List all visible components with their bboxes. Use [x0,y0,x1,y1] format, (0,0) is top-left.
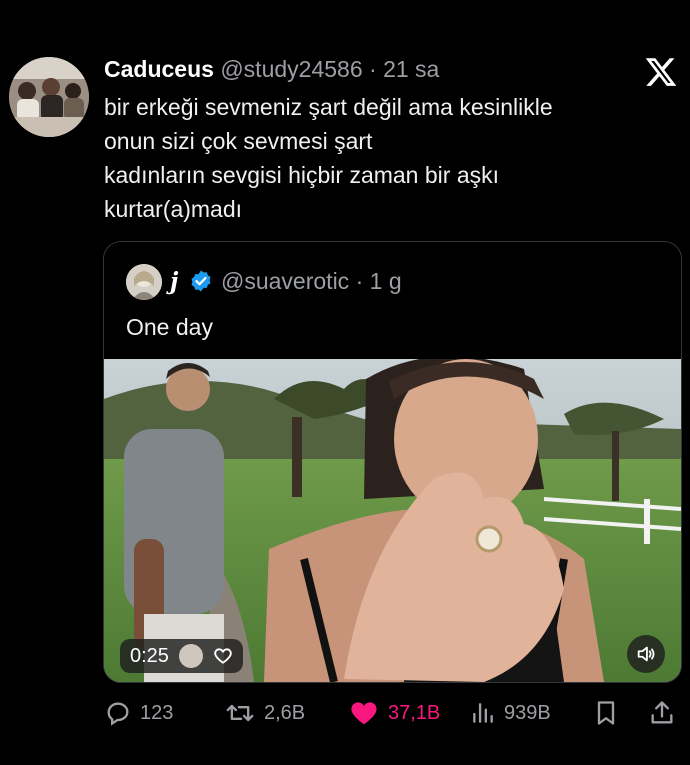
tweet-header: Caduceus @study24586 · 21 sa [104,55,439,83]
views-button[interactable]: 939B [470,694,551,732]
tweet-line: bir erkeği sevmeniz şart değil ama kesin… [104,94,553,120]
quote-time[interactable]: 1 g [370,268,402,294]
views-bar-chart-icon [473,703,493,723]
video-player[interactable]: 0:25 [104,359,681,682]
viewer-avatar [178,644,203,668]
view-count: 939B [504,701,551,724]
retweet-icon [226,704,254,722]
quote-meta: @suaverotic · 1 g [221,268,402,295]
retweet-count: 2,6B [264,701,306,724]
author-avatar[interactable] [9,57,89,137]
tweet-time[interactable]: 21 sa [383,56,439,82]
retweet-button[interactable]: 2,6B [224,694,305,732]
like-button[interactable]: 37,1B [348,694,440,732]
reply-icon [107,702,129,726]
video-frame [104,359,681,682]
video-timer[interactable]: 0:25 [120,639,243,673]
heart-outline-icon[interactable] [213,646,233,666]
share-button[interactable] [648,694,676,732]
tweet-line: onun sizi çok sevmesi şart [104,128,373,154]
share-icon [651,701,673,724]
quote-author-name[interactable]: j [170,268,178,295]
tweet-text: bir erkeği sevmeniz şart değil ama kesin… [104,90,664,226]
video-timestamp: 0:25 [130,644,169,667]
bookmark-icon [597,701,615,725]
like-count: 37,1B [388,701,441,724]
author-name[interactable]: Caduceus [104,56,214,82]
reply-count: 123 [140,701,174,724]
heart-filled-icon [351,702,377,725]
quoted-tweet[interactable]: j @suaverotic · 1 g One day 0:25 [103,241,682,683]
tweet-line: kurtar(a)madı [104,196,243,222]
header-separator: · [369,56,377,82]
x-logo-icon[interactable] [644,55,678,89]
quote-text: One day [126,314,213,340]
speaker-icon [637,646,655,662]
quote-separator: · [355,268,364,294]
tweet-action-bar: 123 2,6B 37,1B 939B [104,694,684,732]
quote-author-avatar[interactable] [126,264,162,300]
author-handle[interactable]: @study24586 [220,56,362,82]
verified-badge-icon [191,270,211,292]
bookmark-button[interactable] [592,694,620,732]
sound-button[interactable] [627,635,665,673]
quote-handle[interactable]: @suaverotic [221,268,349,294]
reply-button[interactable]: 123 [104,694,173,732]
tweet-line: kadınların sevgisi hiçbir zaman bir aşkı [104,162,499,188]
